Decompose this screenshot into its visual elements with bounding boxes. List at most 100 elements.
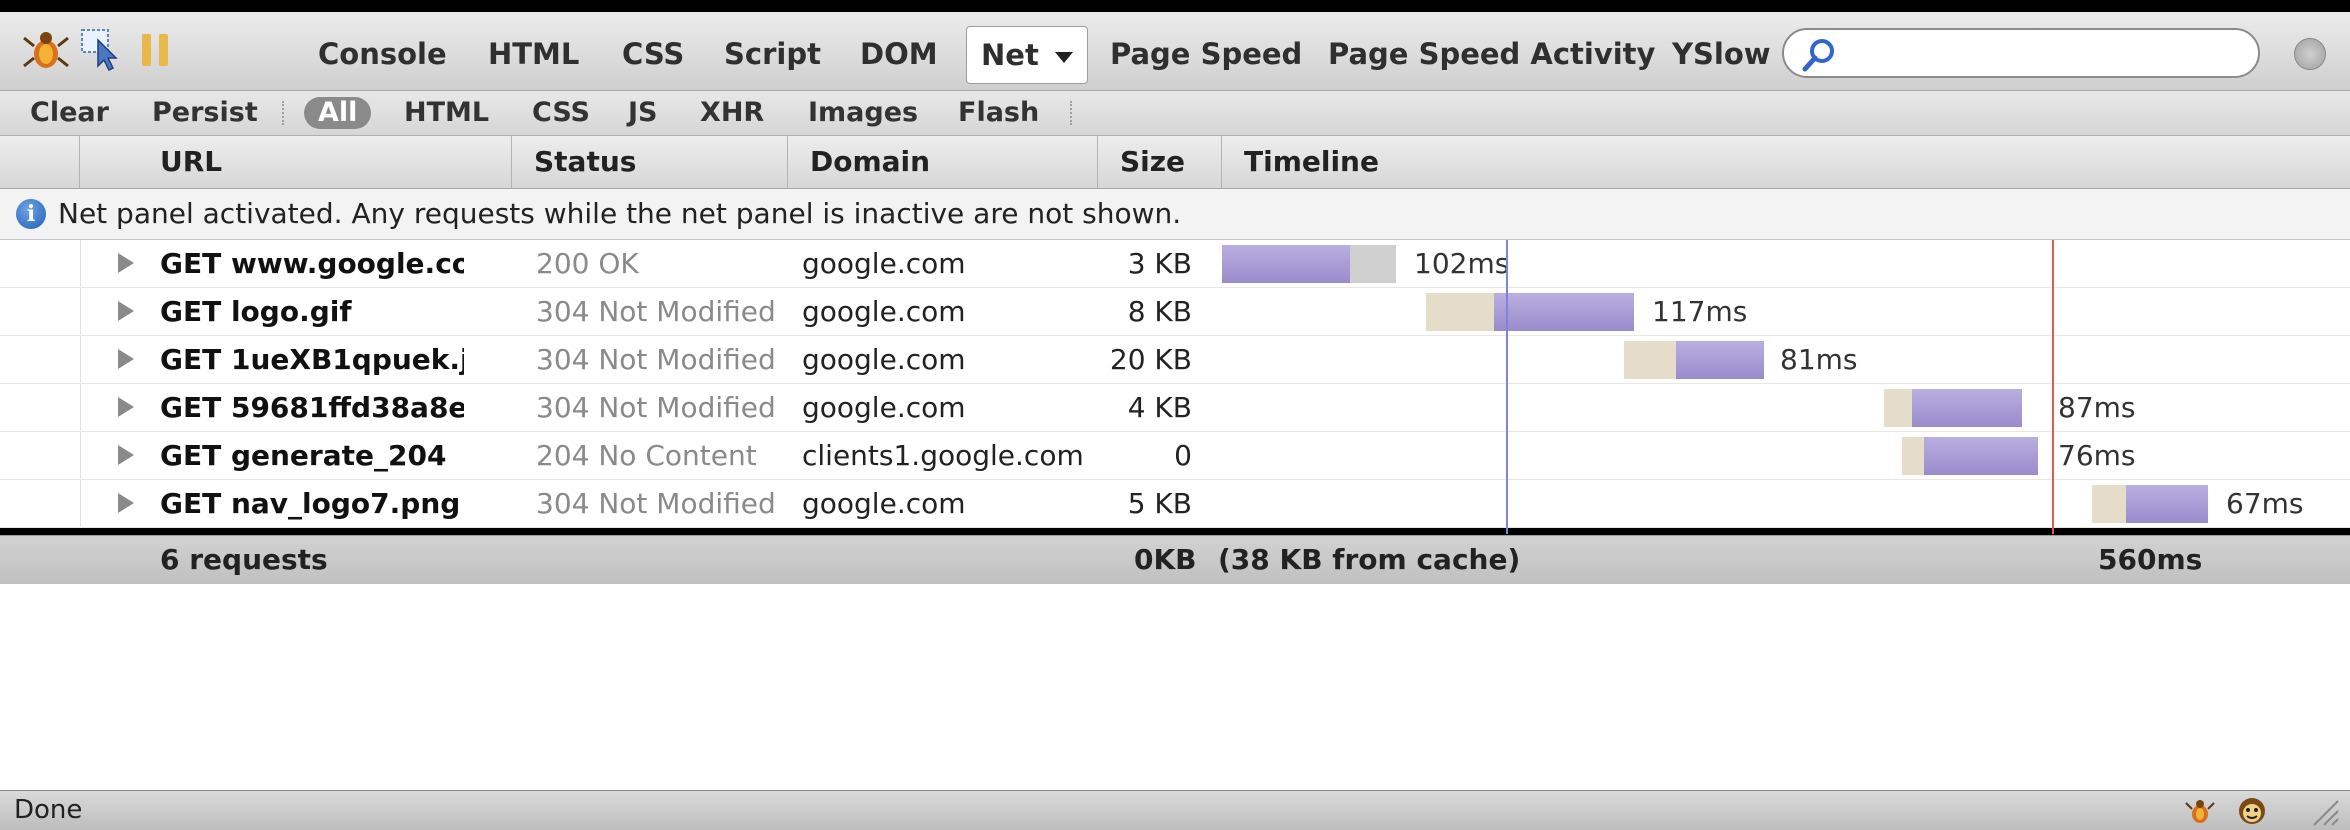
pause-icon[interactable] [132, 26, 180, 74]
request-domain: clients1.google.com [802, 439, 1084, 472]
row-gutter [0, 240, 81, 287]
filter-flash[interactable]: Flash [958, 91, 1039, 135]
main-toolbar: Console HTML CSS Script DOM Net Page Spe… [0, 12, 2350, 91]
persist-button[interactable]: Persist [152, 91, 258, 135]
info-message-row: i Net panel activated. Any requests whil… [0, 189, 2350, 240]
tab-console[interactable]: Console [318, 34, 447, 74]
request-row[interactable]: GET www.google.com 200 OK google.com 3 K… [0, 240, 2350, 288]
expand-triangle-icon[interactable] [118, 253, 134, 273]
column-header-size[interactable]: Size [1098, 136, 1222, 188]
empty-panel-area [0, 584, 2350, 790]
filter-js[interactable]: JS [628, 91, 658, 135]
status-text: Done [14, 795, 83, 825]
clear-button[interactable]: Clear [30, 91, 109, 135]
tab-yslow[interactable]: YSlow [1672, 34, 1771, 74]
firebug-window: Console HTML CSS Script DOM Net Page Spe… [0, 0, 2350, 830]
column-header-url[interactable]: URL [80, 136, 512, 188]
info-icon: i [16, 199, 46, 229]
request-url[interactable]: GET nav_logo7.png [160, 480, 464, 527]
tab-net-label: Net [981, 38, 1039, 72]
request-row[interactable]: GET 59681ffd38a8e 304 Not Modified googl… [0, 384, 2350, 432]
filter-xhr[interactable]: XHR [700, 91, 764, 135]
request-row[interactable]: GET 1ueXB1qpuek.js 304 Not Modified goog… [0, 336, 2350, 384]
request-time: 67ms [2226, 487, 2304, 520]
timeline-bar [1350, 245, 1396, 283]
summary-total-time: 560ms [2098, 543, 2203, 576]
column-header-domain[interactable]: Domain [788, 136, 1098, 188]
column-header-gutter [0, 136, 80, 188]
expand-triangle-icon[interactable] [118, 301, 134, 321]
summary-size: 0KB [1134, 543, 1197, 576]
search-box[interactable] [1782, 28, 2260, 78]
row-gutter [0, 384, 81, 431]
resize-grip-icon[interactable] [2300, 795, 2340, 827]
inspect-pointer-icon[interactable] [78, 26, 126, 74]
request-domain: google.com [802, 247, 966, 280]
row-gutter [0, 336, 81, 383]
toolbar-separator [282, 101, 284, 125]
request-status: 200 OK [536, 247, 639, 280]
timeline-waiting-bar [1624, 341, 1676, 379]
tab-net[interactable]: Net [966, 26, 1088, 84]
request-row[interactable]: GET nav_logo7.png 304 Not Modified googl… [0, 480, 2350, 528]
request-url[interactable]: GET www.google.com [160, 240, 464, 287]
summary-cache: (38 KB from cache) [1218, 543, 1521, 576]
tab-page-speed-activity[interactable]: Page Speed Activity [1328, 34, 1655, 74]
info-message: Net panel activated. Any requests while … [58, 197, 1182, 230]
tab-page-speed[interactable]: Page Speed [1110, 34, 1302, 74]
request-time: 117ms [1652, 295, 1748, 328]
timeline-receiving-bar [1222, 245, 1350, 283]
search-icon [1802, 39, 1834, 72]
timeline-receiving-bar [1676, 341, 1764, 379]
request-size: 8 KB [1127, 295, 1192, 328]
filter-all[interactable]: All [304, 97, 372, 129]
firebug-bug-icon[interactable] [2184, 795, 2216, 827]
expand-triangle-icon[interactable] [118, 349, 134, 369]
request-url[interactable]: GET generate_204 [160, 432, 464, 479]
request-time: 102ms [1414, 247, 1510, 280]
tab-script[interactable]: Script [724, 34, 821, 74]
request-row[interactable]: GET logo.gif 304 Not Modified google.com… [0, 288, 2350, 336]
request-size: 5 KB [1127, 487, 1192, 520]
yslow-monkey-icon[interactable] [2236, 795, 2268, 827]
firebug-bug-icon[interactable] [22, 26, 70, 74]
row-gutter [0, 288, 81, 335]
request-url[interactable]: GET 59681ffd38a8e [160, 384, 464, 431]
chevron-down-icon [1054, 51, 1073, 63]
column-headers: URL Status Domain Size Timeline [0, 136, 2350, 189]
timeline-receiving-bar [1912, 389, 2022, 427]
timeline-waiting-bar [2092, 485, 2126, 523]
request-size: 4 KB [1127, 391, 1192, 424]
expand-triangle-icon[interactable] [118, 445, 134, 465]
close-icon[interactable] [2294, 38, 2326, 70]
request-time: 87ms [2058, 391, 2136, 424]
timeline-receiving-bar [1494, 293, 1634, 331]
filter-html[interactable]: HTML [404, 91, 489, 135]
request-url[interactable]: GET 1ueXB1qpuek.js [160, 336, 464, 383]
timeline-waiting-bar [1426, 293, 1494, 331]
request-domain: google.com [802, 295, 966, 328]
request-size: 20 KB [1109, 343, 1192, 376]
toolbar-separator [1070, 101, 1072, 125]
timeline-receiving-bar [2126, 485, 2208, 523]
request-url[interactable]: GET logo.gif [160, 288, 464, 335]
net-filter-bar: Clear Persist All HTML CSS JS XHR Images… [0, 91, 2350, 136]
request-domain: google.com [802, 487, 966, 520]
tab-css[interactable]: CSS [622, 34, 684, 74]
tab-html[interactable]: HTML [488, 34, 579, 74]
filter-images[interactable]: Images [808, 91, 918, 135]
request-row[interactable]: GET generate_204 204 No Content clients1… [0, 432, 2350, 480]
search-input[interactable] [1846, 36, 2250, 72]
timeline-waiting-bar [1884, 389, 1912, 427]
column-header-status[interactable]: Status [512, 136, 788, 188]
expand-triangle-icon[interactable] [118, 397, 134, 417]
column-header-timeline[interactable]: Timeline [1222, 136, 2350, 188]
filter-css[interactable]: CSS [532, 91, 590, 135]
tab-dom[interactable]: DOM [860, 34, 938, 74]
status-bar: Done [0, 790, 2350, 830]
request-domain: google.com [802, 343, 966, 376]
summary-row: 6 requests 0KB (38 KB from cache) 560ms [0, 535, 2350, 585]
timeline-receiving-bar [1924, 437, 2038, 475]
expand-triangle-icon[interactable] [118, 493, 134, 513]
page-load-line [2052, 240, 2054, 534]
